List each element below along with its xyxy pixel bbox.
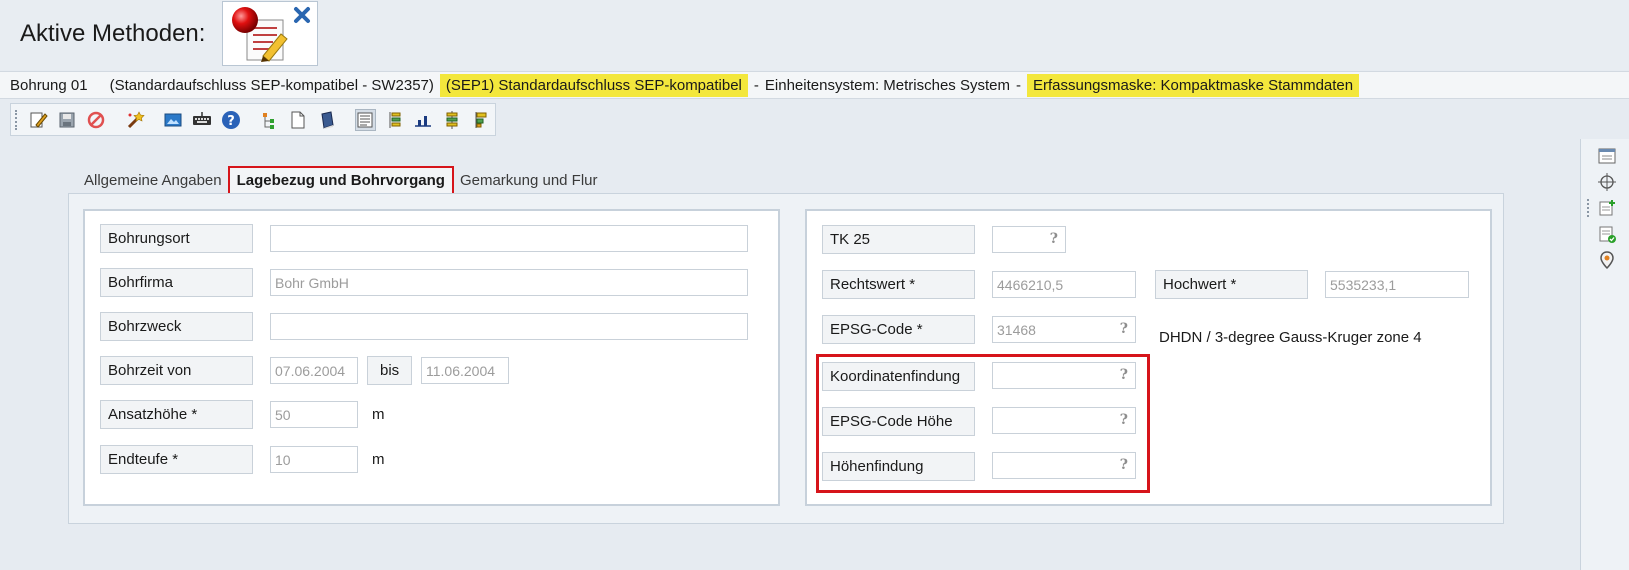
book-icon[interactable]	[316, 109, 337, 131]
panel-icon[interactable]	[1596, 145, 1618, 167]
standard-text: (Standardaufschluss SEP-kompatibel - SW2…	[109, 76, 434, 94]
rechtswert-label: Rechtswert *	[822, 270, 975, 299]
chart-icon[interactable]	[412, 109, 433, 131]
toolbar-grip[interactable]	[15, 109, 18, 130]
endteufe-input[interactable]: 10	[270, 446, 358, 473]
epsg-code-input[interactable]: 31468 ?	[992, 316, 1136, 343]
svg-text:?: ?	[227, 114, 235, 129]
table-view-icon[interactable]	[384, 109, 405, 131]
endteufe-unit: m	[372, 451, 385, 468]
bohrzweck-label: Bohrzweck	[100, 312, 253, 341]
einheitensystem-text: Einheitensystem: Metrisches System	[764, 76, 1010, 94]
checklist-icon[interactable]	[1596, 223, 1618, 245]
hochwert-input[interactable]: 5535233,1	[1325, 271, 1469, 298]
bohrzeit-bis-input[interactable]: 11.06.2004	[421, 357, 509, 384]
tab-bar: Allgemeine Angaben Lagebezug und Bohrvor…	[78, 165, 604, 195]
ansatzhoehe-input[interactable]: 50	[270, 401, 358, 428]
side-toolbar-grip[interactable]	[1587, 199, 1590, 217]
document-icon[interactable]	[287, 109, 308, 131]
toolbar: ?	[10, 103, 496, 136]
erfassungsmaske-badge: Erfassungsmaske: Kompaktmaske Stammdaten	[1026, 73, 1360, 97]
edit-icon[interactable]	[28, 109, 49, 131]
layout-icon[interactable]	[470, 109, 491, 131]
bohrungsort-input[interactable]	[270, 225, 748, 252]
bis-label: bis	[367, 356, 412, 385]
bohrfirma-label: Bohrfirma	[100, 268, 253, 297]
save-icon[interactable]	[57, 109, 78, 131]
image-icon[interactable]	[162, 109, 183, 131]
epsg-code-label: EPSG-Code *	[822, 315, 975, 344]
sep1-badge: (SEP1) Standardaufschluss SEP-kompatibel	[439, 73, 748, 97]
info-bar: Bohrung 01 (Standardaufschluss SEP-kompa…	[0, 71, 1629, 99]
endteufe-label: Endteufe *	[100, 445, 253, 474]
tk25-label: TK 25	[822, 225, 975, 254]
bohrungsort-label: Bohrungsort	[100, 224, 253, 253]
separator-2: -	[1015, 76, 1021, 94]
top-bar: Aktive Methoden:	[0, 0, 1629, 70]
ansatzhoehe-label: Ansatzhöhe *	[100, 400, 253, 429]
tree-add-icon[interactable]	[259, 109, 280, 131]
tk25-lookup-icon[interactable]: ?	[1050, 231, 1058, 247]
separator-1: -	[753, 76, 759, 94]
structure-icon[interactable]	[441, 109, 462, 131]
crosshair-icon[interactable]	[1596, 171, 1618, 193]
magic-wand-icon[interactable]	[124, 109, 145, 131]
epsg-lookup-icon[interactable]: ?	[1120, 321, 1128, 337]
epsg-description: DHDN / 3-degree Gauss-Kruger zone 4	[1159, 329, 1422, 346]
active-method-item[interactable]	[222, 1, 318, 66]
bohrzweck-input[interactable]	[270, 313, 748, 340]
bohrfirma-input[interactable]: Bohr GmbH	[270, 269, 748, 296]
tab-gemarkung-und-flur[interactable]: Gemarkung und Flur	[454, 168, 604, 193]
tab-lagebezug-und-bohrvorgang[interactable]: Lagebezug und Bohrvorgang	[227, 165, 454, 195]
active-methods-title: Aktive Methoden:	[20, 20, 206, 47]
keyboard-icon[interactable]	[191, 109, 212, 131]
help-icon[interactable]: ?	[220, 109, 241, 131]
form-view-icon[interactable]	[354, 108, 376, 131]
cancel-icon[interactable]	[86, 109, 107, 131]
rechtswert-input[interactable]: 4466210,5	[992, 271, 1136, 298]
side-toolbar	[1580, 139, 1629, 570]
hochwert-label: Hochwert *	[1155, 270, 1308, 299]
tk25-input[interactable]: ?	[992, 226, 1066, 253]
bohrzeit-von-input[interactable]: 07.06.2004	[270, 357, 358, 384]
location-pin-icon[interactable]	[1596, 249, 1618, 271]
highlight-box	[816, 354, 1150, 493]
ansatzhoehe-unit: m	[372, 406, 385, 423]
bohrzeit-label: Bohrzeit von	[100, 356, 253, 385]
add-record-icon[interactable]	[1596, 197, 1618, 219]
bohrung-name: Bohrung 01	[10, 76, 88, 94]
close-icon[interactable]	[293, 6, 311, 24]
tab-allgemeine-angaben[interactable]: Allgemeine Angaben	[78, 168, 228, 193]
